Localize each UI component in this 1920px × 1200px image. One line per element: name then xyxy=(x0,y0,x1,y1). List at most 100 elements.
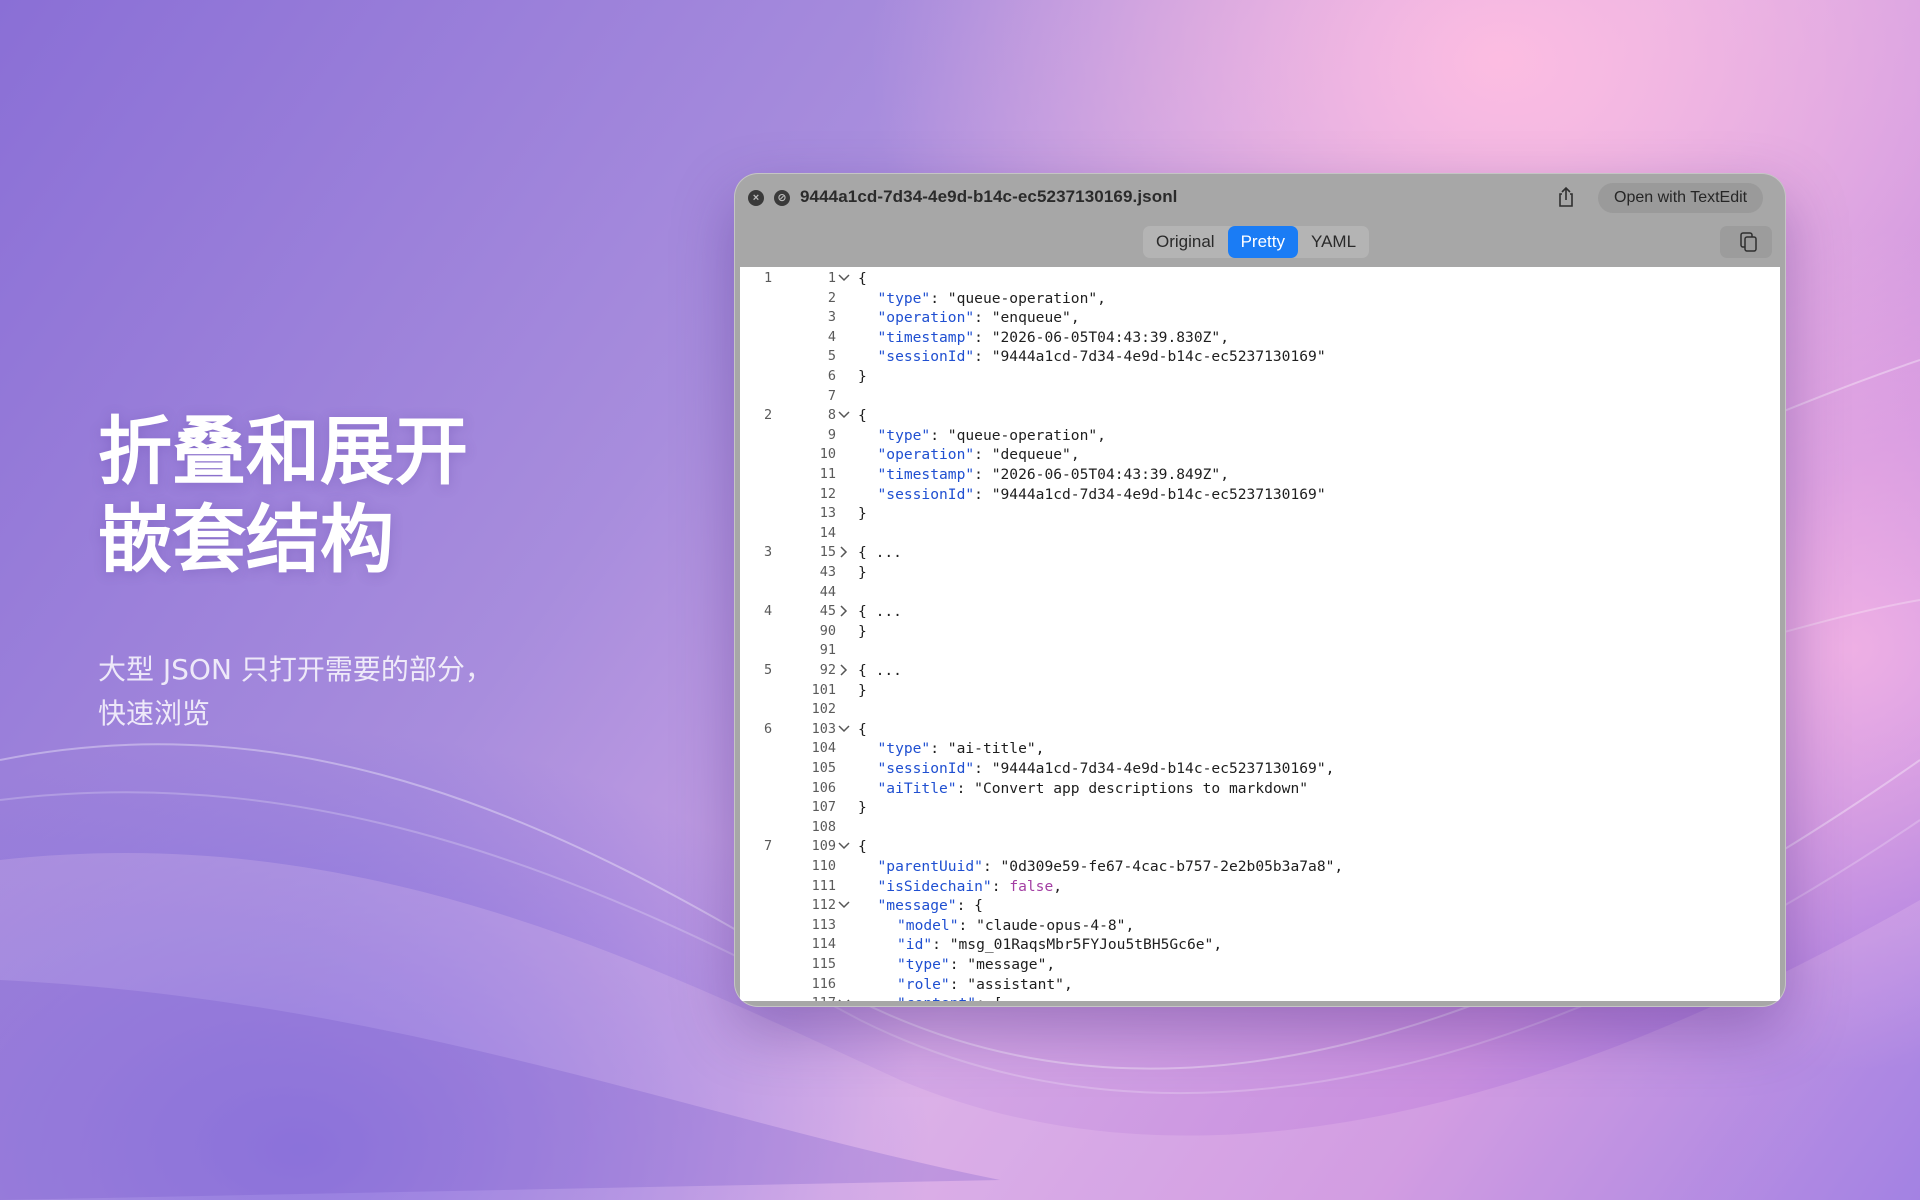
line-number: 102 xyxy=(811,701,836,718)
line-number: 90 xyxy=(819,622,836,639)
json-key: "type" xyxy=(897,956,950,973)
code-line: 3 "operation": "enqueue", xyxy=(740,308,1780,328)
chevron-down-icon[interactable] xyxy=(838,840,850,852)
code-line: 2 "type": "queue-operation", xyxy=(740,289,1780,309)
line-number: 45 xyxy=(819,603,836,620)
json-punct: , xyxy=(1213,936,1223,954)
line-number: 117 xyxy=(796,994,836,1001)
code-line: 108 xyxy=(740,818,1780,838)
code-line: 11 "timestamp": "2026-06-05T04:43:39.849Z… xyxy=(740,465,1780,485)
json-value: "0d309e59-fe67-4cac-b757-2e2b05b3a7a8" xyxy=(1000,858,1335,875)
code-line: 110 "parentUuid": "0d309e59-fe67-4cac-b75… xyxy=(740,857,1780,877)
hero-subline: 大型 JSON 只打开需要的部分， 快速浏览 xyxy=(98,648,493,736)
code-text: "id": "msg_01RaqsMbr5FYJou5tBH5Gc6e", xyxy=(897,936,1223,954)
json-value: "9444a1cd-7d34-4e9d-b14c-ec5237130169" xyxy=(991,348,1326,366)
json-key: "timestamp" xyxy=(877,466,975,483)
code-line: 4 45 { ... xyxy=(740,602,1780,622)
code-line: 114 "id": "msg_01RaqsMbr5FYJou5tBH5Gc6e", xyxy=(740,935,1780,955)
line-number: 91 xyxy=(819,642,836,659)
code-line: 43} xyxy=(740,563,1780,583)
json-value: "msg_01RaqsMbr5FYJou5tBH5Gc6e" xyxy=(949,936,1214,954)
json-punct: , xyxy=(1046,956,1056,973)
line-number: 14 xyxy=(819,524,836,541)
code-text: } xyxy=(858,564,867,581)
code-text: } xyxy=(858,505,867,523)
tab-original[interactable]: Original xyxy=(1143,226,1228,258)
line-number: 3 xyxy=(827,309,836,326)
code-text: "message": { xyxy=(877,897,983,915)
line-number: 103 xyxy=(811,720,836,737)
window-title: 9444a1cd-7d34-4e9d-b14c-ec5237130169.jso… xyxy=(800,187,1178,206)
json-key: "type" xyxy=(877,426,931,444)
chevron-right-icon[interactable] xyxy=(838,605,850,617)
code-line: 2 8 { xyxy=(740,406,1780,426)
line-number: 108 xyxy=(811,818,836,835)
json-punct: , xyxy=(1125,916,1135,934)
chevron-right-icon[interactable] xyxy=(838,546,850,558)
code-line: 101} xyxy=(740,681,1780,701)
hero-headline-line2: 嵌套结构 xyxy=(98,497,394,583)
line-number: 6 xyxy=(827,368,836,384)
code-text: "role": "assistant", xyxy=(897,975,1073,993)
code-text: "type": "queue-operation", xyxy=(877,426,1106,444)
record-number: 4 xyxy=(764,603,773,620)
json-punct: , xyxy=(1325,760,1335,777)
code-text: "sessionId": "9444a1cd-7d34-4e9d-b14c-ec… xyxy=(877,760,1335,777)
line-number: 106 xyxy=(811,779,836,796)
chevron-down-icon[interactable] xyxy=(838,899,850,911)
tab-yaml[interactable]: YAML xyxy=(1298,226,1369,258)
json-value: "claude-opus-4-8" xyxy=(976,916,1126,934)
record-number: 5 xyxy=(764,662,773,678)
code-text: } xyxy=(858,622,867,640)
json-key: "sessionId" xyxy=(877,485,975,503)
json-punct: , xyxy=(1220,466,1229,483)
json-key: "content" xyxy=(897,995,976,1001)
code-text: "type": "ai-title", xyxy=(877,740,1045,758)
json-key: "id" xyxy=(897,936,933,954)
close-icon[interactable]: × xyxy=(748,190,764,206)
json-punct: , xyxy=(1053,877,1063,895)
line-number: 2 xyxy=(827,289,836,306)
tab-pretty[interactable]: Pretty xyxy=(1227,226,1298,258)
chevron-right-icon[interactable] xyxy=(838,664,850,676)
code-text: { ... xyxy=(858,603,902,621)
copy-button[interactable] xyxy=(1720,226,1772,258)
code-text: "timestamp": "2026-06-05T04:43:39.830Z", xyxy=(877,328,1229,346)
json-key: "message" xyxy=(877,897,957,915)
code-text: "content": [ xyxy=(897,994,1002,1001)
json-punct: , xyxy=(1070,309,1080,327)
chevron-down-icon[interactable] xyxy=(838,272,850,284)
hero-subline-line2: 快速浏览 xyxy=(98,697,211,730)
line-number: 10 xyxy=(819,446,836,463)
line-number: 12 xyxy=(819,485,836,502)
json-key: "model" xyxy=(897,916,959,934)
chevron-down-icon[interactable] xyxy=(838,723,850,735)
code-text: } xyxy=(858,681,867,699)
viewer-window: × ⊘ 9444a1cd-7d34-4e9d-b14c-ec5237130169… xyxy=(734,173,1786,1007)
json-key: "operation" xyxy=(877,309,975,327)
json-key: "sessionId" xyxy=(877,348,975,366)
record-number: 2 xyxy=(764,407,773,424)
code-text: "isSidechain": false, xyxy=(877,877,1063,895)
record-number: 6 xyxy=(764,720,773,737)
line-number: 116 xyxy=(811,975,836,992)
code-line: 105 "sessionId": "9444a1cd-7d34-4e9d-b14c… xyxy=(740,759,1780,779)
code-line: 7 109 { xyxy=(740,837,1780,857)
code-line: 3 15 { ... xyxy=(740,543,1780,563)
code-line: 9 "type": "queue-operation", xyxy=(740,426,1780,446)
minimize-icon[interactable]: ⊘ xyxy=(774,190,790,206)
code-text: { xyxy=(858,838,867,856)
open-with-textedit-button[interactable]: Open with TextEdit xyxy=(1598,183,1764,213)
code-line: 107} xyxy=(740,798,1780,818)
json-value: "assistant" xyxy=(967,975,1064,993)
line-number: 13 xyxy=(819,505,836,522)
code-text: "aiTitle": "Convert app descriptions to … xyxy=(877,779,1309,797)
code-text: "type": "message", xyxy=(897,956,1056,973)
chevron-down-icon[interactable] xyxy=(838,997,850,1001)
chevron-down-icon[interactable] xyxy=(838,409,850,421)
json-view[interactable]: 1 1{2 "type": "queue-operation", 3 "operatio… xyxy=(740,267,1780,1001)
line-number: 111 xyxy=(811,877,836,894)
code-line: 90} xyxy=(740,622,1780,642)
share-icon[interactable] xyxy=(1554,185,1578,209)
code-text: { xyxy=(858,407,867,425)
